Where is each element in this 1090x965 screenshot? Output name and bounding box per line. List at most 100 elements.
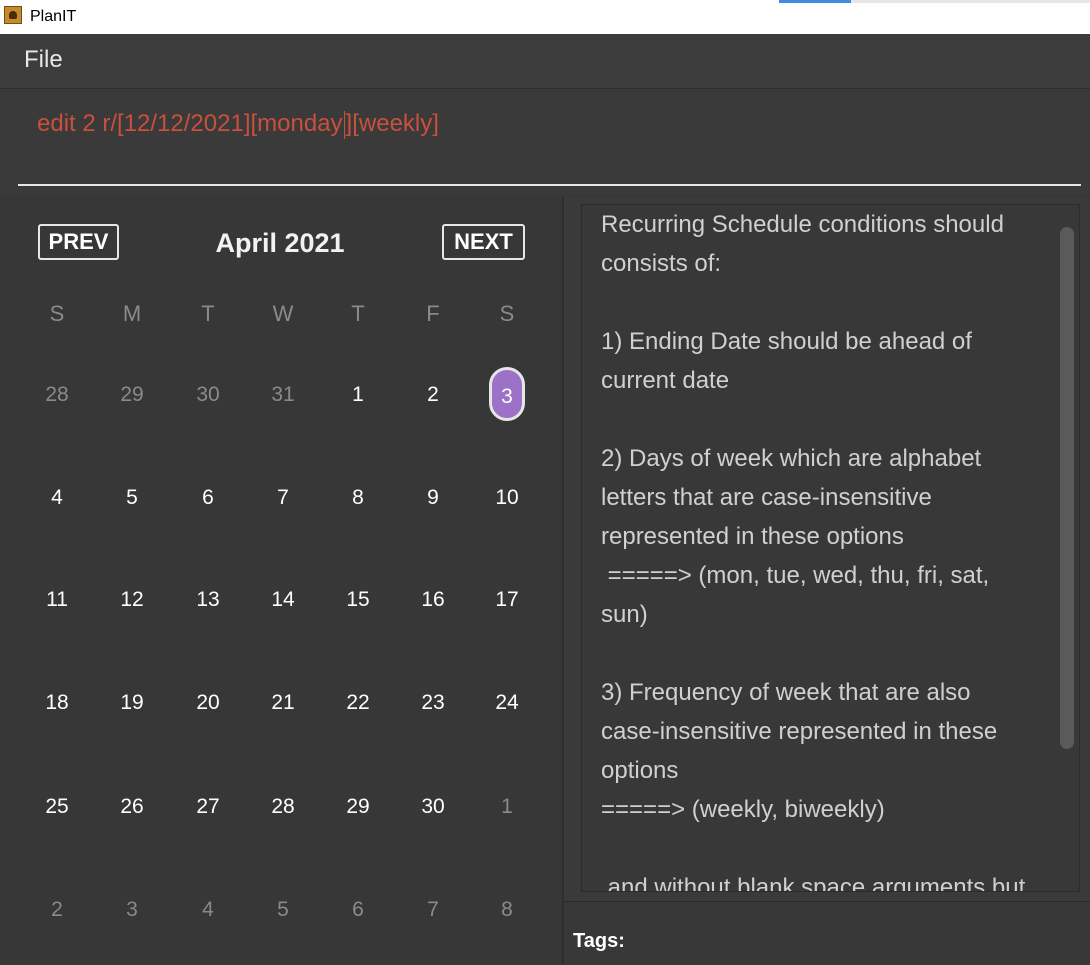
calendar-day-number: 3	[489, 367, 525, 421]
prev-month-button[interactable]: PREV	[38, 224, 119, 260]
calendar-day[interactable]: 22	[328, 691, 388, 715]
calendar-day-number: 27	[196, 795, 220, 818]
calendar-day[interactable]: 28	[253, 795, 313, 819]
result-panel: Recurring Schedule conditions should con…	[564, 197, 1090, 965]
calendar-day[interactable]: 30	[178, 383, 238, 407]
calendar-day[interactable]: 12	[102, 588, 162, 612]
calendar-day-number: 8	[352, 486, 364, 509]
calendar-day[interactable]: 7	[253, 486, 313, 510]
calendar-day[interactable]: 26	[102, 795, 162, 819]
calendar-day-number: 5	[277, 898, 289, 921]
calendar-day[interactable]: 14	[253, 588, 313, 612]
calendar-day-number: 2	[51, 898, 63, 921]
calendar-day-number: 9	[427, 486, 439, 509]
calendar-day-number: 11	[46, 588, 68, 611]
calendar-day[interactable]: 24	[477, 691, 537, 715]
calendar-day[interactable]: 28	[27, 383, 87, 407]
calendar-day[interactable]: 20	[178, 691, 238, 715]
calendar-day[interactable]: 5	[102, 486, 162, 510]
text-caret	[343, 110, 345, 139]
weekday-header: T	[351, 301, 365, 326]
calendar-day-number: 19	[120, 691, 144, 714]
calendar-day-number: 7	[277, 486, 289, 509]
calendar-day-number: 28	[271, 795, 295, 818]
result-scrollbar[interactable]	[1060, 227, 1074, 749]
calendar-day-number: 6	[202, 486, 214, 509]
calendar-day[interactable]: 17	[477, 588, 537, 612]
calendar-day[interactable]: 2	[27, 898, 87, 922]
calendar-day-number: 5	[126, 486, 138, 509]
calendar-day-number: 10	[495, 486, 519, 509]
calendar-day-number: 7	[427, 898, 439, 921]
command-underline	[18, 184, 1081, 186]
tags-bar: Tags:	[564, 901, 1090, 965]
calendar-day-number: 22	[346, 691, 370, 714]
menu-bar: File	[0, 34, 1090, 89]
calendar-day[interactable]: 3	[102, 898, 162, 922]
calendar-day-number: 12	[120, 588, 144, 611]
calendar-day[interactable]: 8	[477, 898, 537, 922]
command-text-after-caret: ][weekly]	[345, 110, 439, 137]
calendar-day-number: 29	[120, 383, 144, 406]
calendar-day[interactable]: 1	[328, 383, 388, 407]
calendar-day-number: 3	[126, 898, 138, 921]
calendar-day-number: 6	[352, 898, 364, 921]
calendar-day[interactable]: 1	[477, 795, 537, 819]
weekday-header: M	[122, 301, 142, 326]
command-box[interactable]: edit 2 r/[12/12/2021][monday][weekly]	[0, 89, 1090, 195]
calendar-day[interactable]: 29	[102, 383, 162, 407]
calendar-day[interactable]: 18	[27, 691, 87, 715]
calendar-day-number: 1	[501, 795, 513, 818]
calendar-day-number: 30	[196, 383, 220, 406]
calendar-day[interactable]: 27	[178, 795, 238, 819]
taskbar-highlight	[779, 0, 851, 3]
calendar-day[interactable]: 29	[328, 795, 388, 819]
calendar-day-number: 23	[421, 691, 445, 714]
calendar-day[interactable]: 4	[178, 898, 238, 922]
calendar-day[interactable]: 7	[403, 898, 463, 922]
calendar-day[interactable]: 19	[102, 691, 162, 715]
calendar-day-number: 21	[271, 691, 295, 714]
calendar-day-number: 8	[501, 898, 513, 921]
calendar-day-number: 26	[120, 795, 144, 818]
calendar-day[interactable]: 5	[253, 898, 313, 922]
calendar-day[interactable]: 16	[403, 588, 463, 612]
calendar-day[interactable]: 2	[403, 383, 463, 407]
weekday-header: S	[499, 301, 515, 326]
next-month-button[interactable]: NEXT	[442, 224, 525, 260]
command-input[interactable]: edit 2 r/[12/12/2021][monday][weekly]	[37, 110, 439, 139]
calendar-day[interactable]: 31	[253, 383, 313, 407]
calendar-panel: PREV April 2021 NEXT S M T W T F S 28 29 30 31 1 2 3 4…	[0, 197, 564, 964]
calendar-day-number: 28	[45, 383, 69, 406]
calendar-day[interactable]: 6	[328, 898, 388, 922]
app-icon	[4, 6, 22, 24]
tags-label: Tags:	[573, 930, 625, 952]
calendar-day[interactable]: 8	[328, 486, 388, 510]
menu-file[interactable]: File	[24, 46, 63, 74]
calendar-day[interactable]: 23	[403, 691, 463, 715]
calendar-day[interactable]: 15	[328, 588, 388, 612]
calendar-day-selected[interactable]: 3	[477, 367, 537, 421]
calendar-day[interactable]: 6	[178, 486, 238, 510]
calendar-day[interactable]: 11	[27, 588, 87, 612]
result-display: Recurring Schedule conditions should con…	[581, 204, 1080, 892]
calendar-day-number: 25	[45, 795, 69, 818]
calendar-day[interactable]: 9	[403, 486, 463, 510]
calendar-day-number: 17	[495, 588, 519, 611]
result-text: Recurring Schedule conditions should con…	[601, 211, 1026, 892]
weekday-header: S	[49, 301, 65, 326]
calendar-day[interactable]: 10	[477, 486, 537, 510]
calendar-day[interactable]: 30	[403, 795, 463, 819]
calendar-day-number: 13	[196, 588, 220, 611]
calendar-day-number: 20	[196, 691, 220, 714]
calendar-day[interactable]: 13	[178, 588, 238, 612]
calendar-day-number: 16	[421, 588, 445, 611]
calendar-day[interactable]: 21	[253, 691, 313, 715]
taskbar-strip	[851, 0, 1090, 3]
calendar-day[interactable]: 25	[27, 795, 87, 819]
window-titlebar: PlanIT	[0, 0, 1090, 34]
calendar-day-number: 15	[346, 588, 370, 611]
command-text-before-caret: edit 2 r/[12/12/2021][monday	[37, 110, 343, 137]
calendar-day[interactable]: 4	[27, 486, 87, 510]
weekday-header: W	[272, 301, 294, 326]
